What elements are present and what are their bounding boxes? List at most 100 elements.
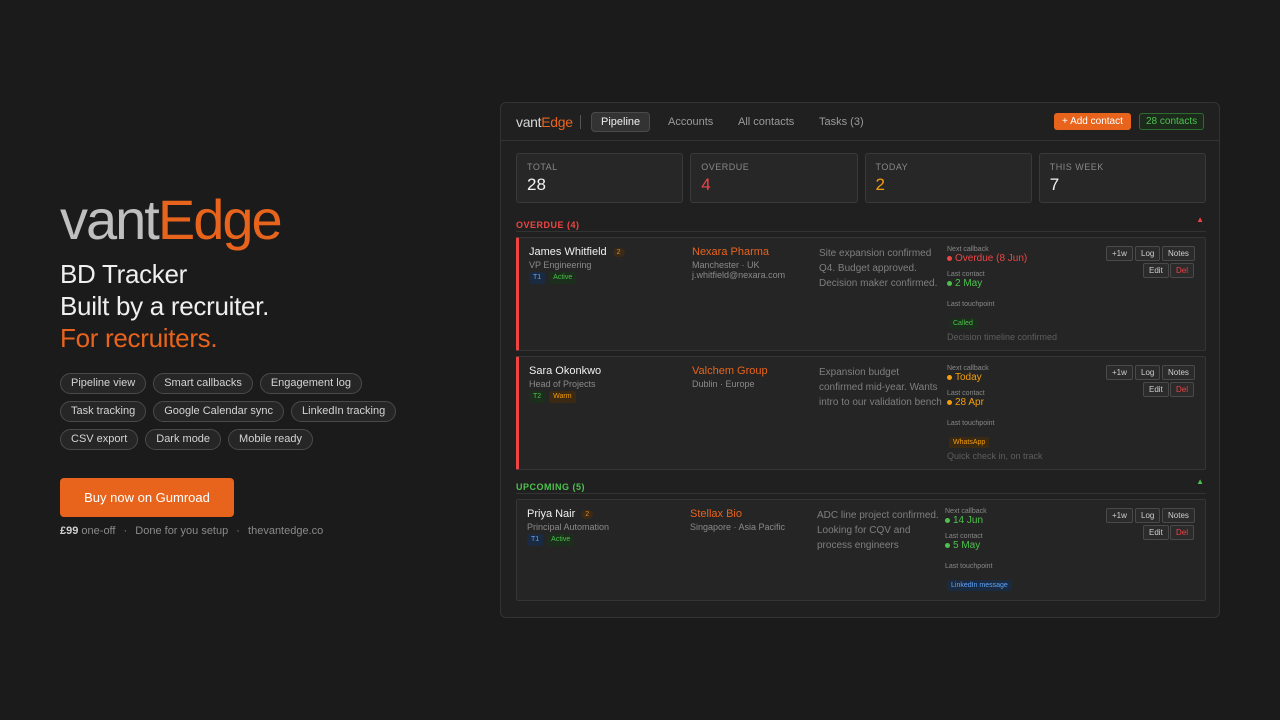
stat-value: 2 [875, 175, 885, 194]
stat-label: OVERDUE [701, 162, 750, 172]
field-label: Last touchpoint [947, 301, 995, 308]
feature-chip: CSV export [60, 429, 139, 450]
next-callback: Next callback Overdue (8 Jun) [947, 246, 1027, 264]
notes-button[interactable]: Notes [1162, 508, 1195, 523]
tagline-line-3: For recruiters. [60, 323, 218, 353]
stat-total: TOTAL 28 [516, 153, 684, 203]
field-label: Last contact [947, 390, 985, 397]
count-badge: 2 [612, 247, 625, 257]
app-topbar: vantEdge Pipeline Accounts All contacts … [501, 103, 1219, 141]
log-button[interactable]: Log [1135, 508, 1161, 523]
status-badge: Active [549, 272, 577, 284]
last-contact-value: 5 May [945, 540, 983, 551]
tab-all-contacts[interactable]: All contacts [728, 112, 804, 132]
field-label: Last contact [947, 271, 985, 278]
app-logo: vantEdge [516, 114, 573, 130]
snooze-1w-button[interactable]: +1w [1106, 508, 1133, 523]
touchpoint-badge: WhatsApp [949, 437, 990, 448]
contact-location: Singapore · Asia Pacific [690, 522, 786, 532]
app-window: vantEdge Pipeline Accounts All contacts … [500, 102, 1220, 618]
stat-today: TODAY 2 [864, 153, 1032, 203]
edit-button[interactable]: Edit [1143, 382, 1169, 397]
contact-location: Manchester · UK [692, 260, 760, 270]
contact-name-text: Priya Nair [527, 508, 576, 520]
next-callback-text: Today [955, 372, 982, 383]
log-button[interactable]: Log [1135, 246, 1161, 261]
last-contact-text: 28 Apr [955, 397, 984, 408]
contact-card[interactable]: Sara Okonkwo Head of Projects T2 Warm Val… [516, 356, 1206, 470]
contact-card[interactable]: Priya Nair 2 Principal Automation T1 Activ… [516, 499, 1206, 601]
section-overdue-header[interactable]: OVERDUE (4) ▲ [516, 215, 1206, 232]
stat-value: 28 [527, 175, 546, 194]
contact-name: Sara Okonkwo [529, 365, 601, 377]
next-callback-value: 14 Jun [945, 515, 987, 526]
log-button[interactable]: Log [1135, 365, 1161, 380]
field-label: Last touchpoint [945, 563, 993, 570]
hero-panel: vantEdge BD Tracker Built by a recruiter… [60, 188, 460, 537]
company-link[interactable]: Valchem Group [692, 365, 768, 377]
logo-part-b: Edge [541, 114, 573, 130]
divider [516, 493, 1206, 494]
contact-notes-preview: Expansion budget confirmed mid-year. Wan… [819, 367, 942, 408]
last-contact-value: 2 May [947, 278, 985, 289]
contact-tags: T1 Active [527, 534, 575, 546]
snooze-1w-button[interactable]: +1w [1106, 246, 1133, 261]
contact-tags: T2 Warm [529, 391, 576, 403]
contact-card[interactable]: James Whitfield 2 VP Engineering T1 Active… [516, 237, 1206, 351]
separator: · [123, 525, 128, 537]
edit-button[interactable]: Edit [1143, 263, 1169, 278]
touchpoint-badge: LinkedIn message [947, 580, 1012, 591]
snooze-1w-button[interactable]: +1w [1106, 365, 1133, 380]
tab-tasks[interactable]: Tasks (3) [809, 112, 874, 132]
company-link[interactable]: Stellax Bio [690, 508, 742, 520]
stat-value: 4 [701, 175, 711, 194]
feature-chips: Pipeline view Smart callbacks Engagement… [60, 373, 440, 450]
feature-chip: Dark mode [145, 429, 222, 450]
next-callback: Next callback Today [947, 365, 989, 383]
delete-button[interactable]: Del [1170, 263, 1195, 278]
stat-value: 7 [1049, 175, 1060, 194]
contact-tags: T1 Active [529, 272, 577, 284]
contact-location: Dublin · Europe [692, 379, 755, 389]
touchpoint-badge: Called [949, 318, 977, 329]
feature-chip: Google Calendar sync [153, 401, 285, 422]
delete-button[interactable]: Del [1170, 382, 1195, 397]
delete-button[interactable]: Del [1170, 525, 1195, 540]
website-link[interactable]: thevantedge.co [248, 525, 323, 537]
last-touchpoint-label: Last touchpoint [945, 563, 992, 570]
tab-accounts[interactable]: Accounts [658, 112, 723, 132]
status-badge: Active [547, 534, 575, 546]
tagline-line-1: BD Tracker [60, 259, 188, 289]
contact-notes-preview: Site expansion confirmed Q4. Budget appr… [819, 248, 938, 289]
feature-chip: LinkedIn tracking [291, 401, 397, 422]
separator: · [236, 525, 240, 537]
last-contact-text: 2 May [955, 278, 983, 289]
contact-email[interactable]: j.whitfield@nexara.com [692, 270, 785, 280]
notes-button[interactable]: Notes [1162, 365, 1195, 380]
section-title: OVERDUE (4) [516, 220, 580, 230]
divider [580, 115, 581, 129]
collapse-arrow-icon[interactable]: ▲ [1196, 477, 1204, 486]
notes-button[interactable]: Notes [1162, 246, 1195, 261]
last-touchpoint-label: Last touchpoint [947, 301, 994, 308]
last-contact: Last contact 2 May [947, 271, 985, 289]
status-dot-icon [947, 399, 952, 405]
buy-now-button[interactable]: Buy now on Gumroad [60, 478, 234, 517]
field-label: Next callback [947, 246, 989, 253]
add-contact-button[interactable]: + Add contact [1054, 113, 1131, 130]
company-link[interactable]: Nexara Pharma [692, 246, 769, 258]
count-badge: 2 [581, 509, 594, 519]
brand-logo: vantEdge [60, 188, 460, 252]
tagline: BD Tracker Built by a recruiter. For rec… [60, 258, 460, 354]
next-callback-text: Overdue (8 Jun) [955, 253, 1028, 264]
logo-part-a: vant [516, 114, 542, 130]
section-title: UPCOMING (5) [516, 482, 585, 492]
next-callback-value: Overdue (8 Jun) [947, 253, 1027, 264]
collapse-arrow-icon[interactable]: ▲ [1196, 215, 1204, 224]
section-upcoming-header[interactable]: UPCOMING (5) ▲ [516, 477, 1206, 494]
status-dot-icon [945, 542, 950, 548]
edit-button[interactable]: Edit [1143, 525, 1169, 540]
tab-pipeline[interactable]: Pipeline [591, 112, 651, 132]
last-contact-text: 5 May [953, 540, 981, 551]
contact-role: Principal Automation [527, 522, 610, 532]
